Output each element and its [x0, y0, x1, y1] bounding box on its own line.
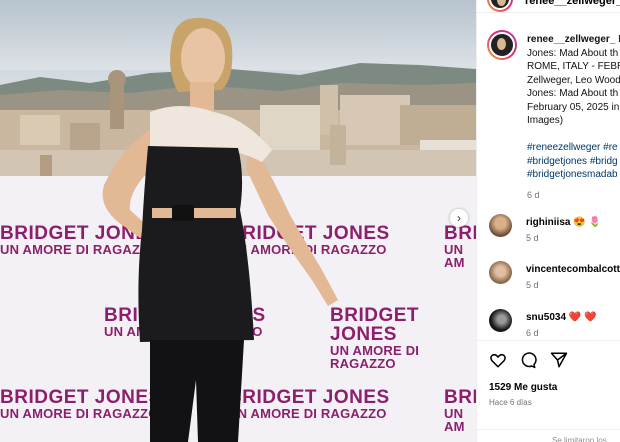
- caption-text: renee__zellweger_ Br Jones: Mad About th…: [527, 34, 620, 126]
- person-figure: [102, 17, 338, 442]
- hashtag-link[interactable]: #reneezellweger #re: [527, 141, 618, 155]
- comment-time: 5 d: [526, 233, 539, 243]
- header-username[interactable]: renee__zellweger_: [525, 0, 620, 7]
- post-sidebar: renee__zellweger_ renee__zellweger_ Br J…: [476, 0, 620, 442]
- post-header: renee__zellweger_: [477, 0, 620, 13]
- share-icon[interactable]: [550, 351, 568, 374]
- comment-text: 😍 🌷: [573, 217, 601, 228]
- caption-time: 6 d: [527, 189, 540, 200]
- hashtag-link[interactable]: #bridgetjonesmadab: [527, 168, 618, 182]
- caption-username[interactable]: renee__zellweger_: [527, 34, 615, 45]
- caption-avatar[interactable]: [487, 30, 517, 60]
- comment-time: 6 d: [526, 328, 539, 338]
- author-avatar[interactable]: [487, 0, 513, 12]
- next-image-button[interactable]: ›: [450, 209, 468, 227]
- like-count[interactable]: 1529 Me gusta: [489, 382, 557, 393]
- login-hint: Se limitaron los: [477, 429, 620, 442]
- hashtag-link[interactable]: #bridgetjones #bridg: [527, 155, 618, 169]
- comment-item: righiniisa 😍 🌷 5 d: [489, 214, 620, 254]
- commenter-avatar[interactable]: [489, 261, 512, 284]
- post-actions: 1529 Me gusta Hace 6 días Se limitaron l…: [477, 340, 620, 442]
- commenter-username[interactable]: righiniisa: [526, 217, 570, 228]
- comment-text: ❤️ ❤️: [568, 312, 597, 323]
- caption-hashtags: #reneezellweger #re #bridgetjones #bridg…: [527, 141, 618, 202]
- commenter-username[interactable]: snu5034: [526, 312, 566, 323]
- commenter-avatar[interactable]: [489, 309, 512, 332]
- post-date: Hace 6 días: [489, 398, 532, 407]
- post-photo[interactable]: BRIDGET JONES UN AMORE DI RAGAZZO BRIDGET…: [0, 0, 476, 442]
- heart-icon[interactable]: [489, 351, 507, 374]
- commenter-username[interactable]: vincentecombalcotte: [526, 264, 620, 275]
- comment-icon[interactable]: [519, 351, 538, 374]
- commenter-avatar[interactable]: [489, 214, 512, 237]
- comment-item: vincentecombalcotte 5 d: [489, 261, 620, 301]
- comment-time: 5 d: [526, 280, 539, 290]
